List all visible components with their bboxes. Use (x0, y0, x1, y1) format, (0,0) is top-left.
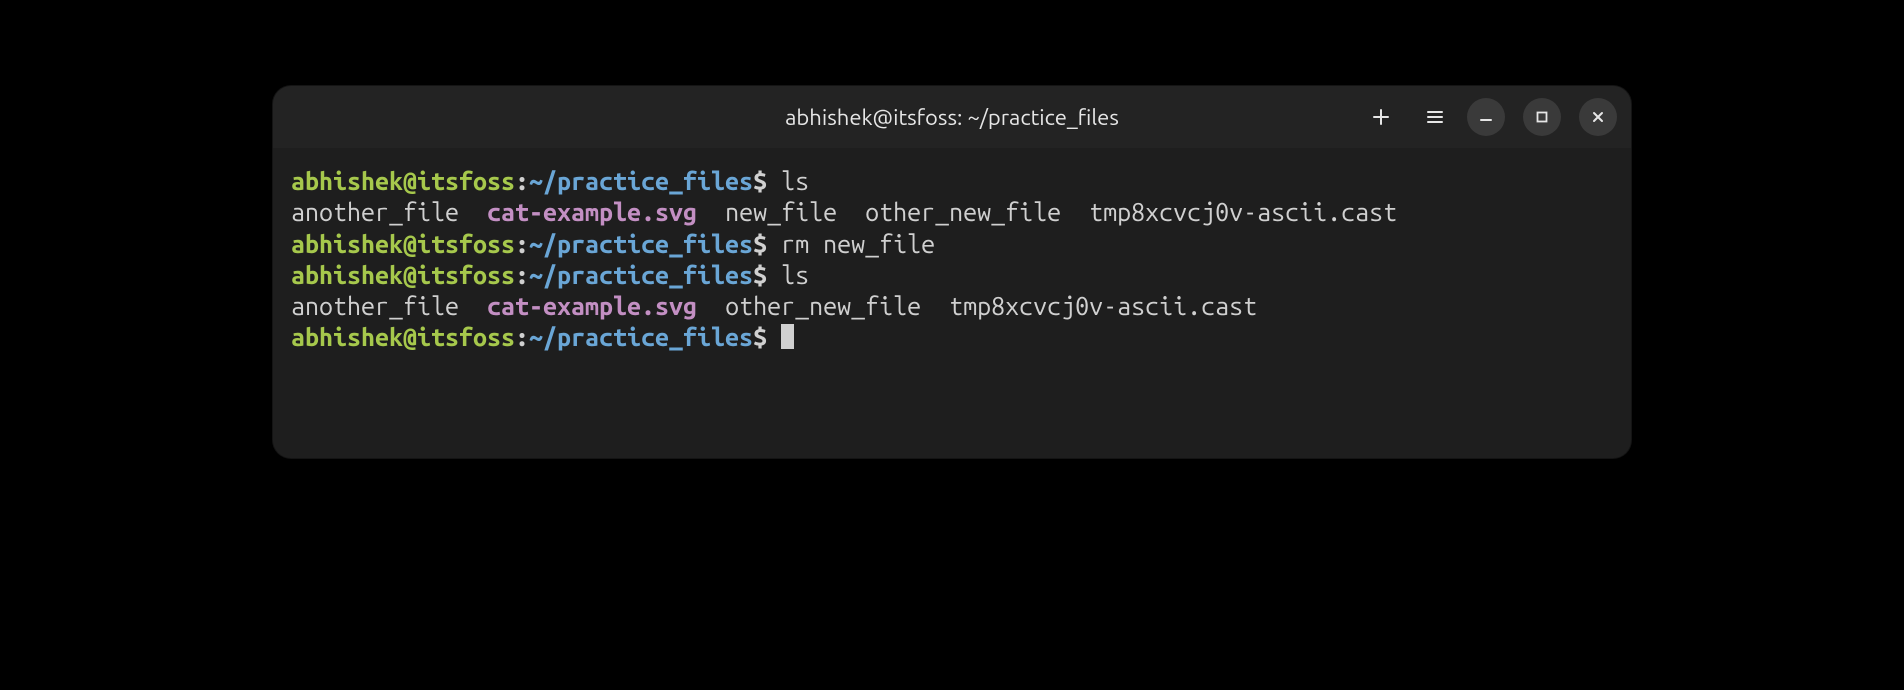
terminal-line: abhishek@itsfoss:~/practice_files$ ls (291, 260, 1613, 291)
close-icon (1590, 109, 1606, 125)
plus-icon (1371, 107, 1391, 127)
prompt-path: ~/practice_files (529, 167, 753, 195)
close-button[interactable] (1579, 98, 1617, 136)
file-entry: other_new_file (725, 292, 921, 320)
prompt-symbol: $ (753, 323, 767, 351)
command-text: rm new_file (781, 230, 935, 258)
cursor-block (781, 324, 794, 349)
prompt-user-host: abhishek@itsfoss (291, 323, 515, 351)
file-entry: tmp8xcvcj0v-ascii.cast (949, 292, 1257, 320)
terminal-line: another_file cat-example.svg new_file ot… (291, 197, 1613, 228)
terminal-line: another_file cat-example.svg other_new_f… (291, 291, 1613, 322)
file-entry: cat-example.svg (487, 292, 697, 320)
prompt-path: ~/practice_files (529, 230, 753, 258)
command-text: ls (781, 167, 809, 195)
maximize-icon (1534, 109, 1550, 125)
command-text: ls (781, 261, 809, 289)
prompt-user-host: abhishek@itsfoss (291, 230, 515, 258)
minimize-button[interactable] (1467, 98, 1505, 136)
menu-button[interactable] (1413, 95, 1457, 139)
terminal-window: abhishek@itsfoss: ~/practice_files (273, 86, 1631, 458)
file-entry: another_file (291, 292, 459, 320)
prompt-symbol: $ (753, 230, 767, 258)
terminal-line: abhishek@itsfoss:~/practice_files$ ls (291, 166, 1613, 197)
prompt-symbol: $ (753, 261, 767, 289)
file-entry: cat-example.svg (487, 198, 697, 226)
file-entry: another_file (291, 198, 459, 226)
titlebar-controls (1359, 95, 1617, 139)
maximize-button[interactable] (1523, 98, 1561, 136)
file-entry: tmp8xcvcj0v-ascii.cast (1089, 198, 1397, 226)
terminal-line: abhishek@itsfoss:~/practice_files$ (291, 322, 1613, 353)
terminal-output[interactable]: abhishek@itsfoss:~/practice_files$ lsano… (273, 148, 1631, 458)
file-entry: new_file (725, 198, 837, 226)
prompt-user-host: abhishek@itsfoss (291, 167, 515, 195)
file-entry: other_new_file (865, 198, 1061, 226)
prompt-path: ~/practice_files (529, 323, 753, 351)
prompt-symbol: $ (753, 167, 767, 195)
titlebar: abhishek@itsfoss: ~/practice_files (273, 86, 1631, 148)
prompt-user-host: abhishek@itsfoss (291, 261, 515, 289)
minimize-icon (1478, 109, 1494, 125)
prompt-path: ~/practice_files (529, 261, 753, 289)
new-tab-button[interactable] (1359, 95, 1403, 139)
terminal-line: abhishek@itsfoss:~/practice_files$ rm ne… (291, 229, 1613, 260)
hamburger-icon (1425, 107, 1445, 127)
